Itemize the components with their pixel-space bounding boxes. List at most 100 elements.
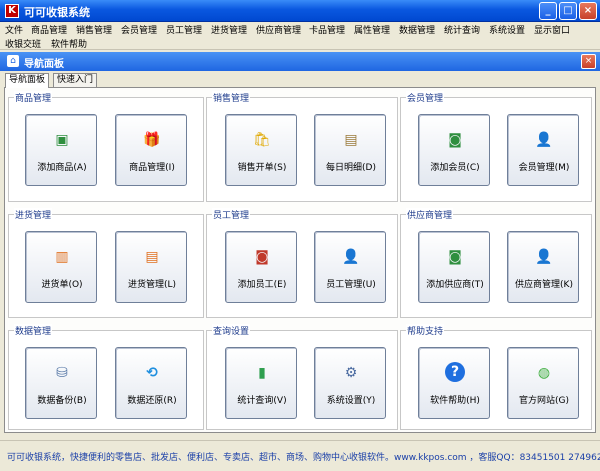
supplier-manage-button[interactable]: 👤 供应商管理(K) (507, 231, 579, 303)
panel-header: ⌂ 导航面板 × (0, 52, 600, 71)
title-bar: K 可可收银系统 _ □ × (0, 0, 600, 22)
official-website-button[interactable]: ◍ 官方网站(G) (507, 347, 579, 419)
tile-label: 添加供应商(T) (426, 280, 484, 290)
menu-purchase[interactable]: 进货管理 (211, 23, 247, 36)
group-title: 商品管理 (14, 91, 53, 104)
tile-label: 系统设置(Y) (326, 396, 376, 406)
tile-label: 会员管理(M) (518, 163, 570, 173)
tile-label: 供应商管理(K) (515, 280, 573, 290)
sales-order-button[interactable]: 🛍 销售开单(S) (225, 114, 297, 186)
globe-icon: ◍ (537, 365, 551, 381)
group-title: 查询设置 (212, 324, 251, 337)
tile-label: 进货管理(L) (127, 280, 177, 290)
add-member-button[interactable]: ◙ 添加会员(C) (418, 114, 490, 186)
group-query: 查询设置 ▮ 统计查询(V) ⚙ 系统设置(Y) (206, 324, 398, 430)
menu-product[interactable]: 商品管理 (31, 23, 67, 36)
add-member-icon: ◙ (448, 132, 462, 148)
add-employee-icon: ◙ (255, 249, 269, 265)
shopping-bag-icon: 🛍 (253, 132, 271, 148)
tab-quick-start[interactable]: 快速入门 (53, 73, 98, 87)
add-supplier-button[interactable]: ◙ 添加供应商(T) (418, 231, 490, 303)
menu-bar: 文件 商品管理 销售管理 会员管理 员工管理 进货管理 供应商管理 卡品管理 属… (0, 22, 600, 36)
tile-label: 统计查询(V) (237, 396, 287, 406)
menu-file[interactable]: 文件 (5, 23, 23, 36)
menu-shift[interactable]: 收银交班 (5, 37, 41, 50)
tile-label: 添加商品(A) (37, 163, 87, 173)
menu-window[interactable]: 显示窗口 (534, 23, 570, 36)
menu-statistics[interactable]: 统计查询 (444, 23, 480, 36)
purchase-list-icon: ▤ (145, 249, 159, 265)
menu-member[interactable]: 会员管理 (121, 23, 157, 36)
window-title: 可可收银系统 (24, 6, 90, 19)
restore-icon: ⟲ (146, 365, 158, 381)
home-icon: ⌂ (7, 55, 19, 67)
group-employee: 员工管理 ◙ 添加员工(E) 👤 员工管理(U) (206, 208, 398, 318)
purchase-order-button[interactable]: ▥ 进货单(O) (25, 231, 97, 303)
data-restore-button[interactable]: ⟲ 数据还原(R) (115, 347, 187, 419)
tab-nav-panel[interactable]: 导航面板 (5, 73, 50, 88)
tile-label: 每日明细(D) (326, 163, 376, 173)
status-bar: 可可收银系统，快捷便利的零售店、批发店、便利店、专卖店、超市、商场、购物中心收银… (0, 440, 600, 471)
tile-label: 商品管理(I) (129, 163, 175, 173)
menu-data[interactable]: 数据管理 (399, 23, 435, 36)
daily-detail-button[interactable]: ▤ 每日明细(D) (314, 114, 386, 186)
group-help: 帮助支持 ? 软件帮助(H) ◍ 官方网站(G) (400, 324, 592, 430)
settings-icon: ⚙ (344, 365, 358, 381)
backup-icon: ⛁ (56, 365, 68, 381)
tile-label: 员工管理(U) (326, 280, 376, 290)
tile-label: 销售开单(S) (237, 163, 287, 173)
group-supplier: 供应商管理 ◙ 添加供应商(T) 👤 供应商管理(K) (400, 208, 592, 318)
close-button[interactable]: × (579, 2, 597, 20)
group-title: 数据管理 (14, 324, 53, 337)
minimize-button[interactable]: _ (539, 2, 557, 20)
tile-label: 添加会员(C) (430, 163, 480, 173)
product-manage-button[interactable]: 🎁 商品管理(I) (115, 114, 187, 186)
group-title: 供应商管理 (406, 208, 454, 221)
group-purchase: 进货管理 ▥ 进货单(O) ▤ 进货管理(L) (8, 208, 204, 318)
panel-close-button[interactable]: × (581, 54, 596, 69)
group-data: 数据管理 ⛁ 数据备份(B) ⟲ 数据还原(R) (8, 324, 204, 430)
group-member: 会员管理 ◙ 添加会员(C) 👤 会员管理(M) (400, 91, 592, 202)
data-backup-button[interactable]: ⛁ 数据备份(B) (25, 347, 97, 419)
member-icon: 👤 (535, 132, 553, 148)
menu-card[interactable]: 卡品管理 (309, 23, 345, 36)
maximize-button[interactable]: □ (559, 2, 577, 20)
menu-attribute[interactable]: 属性管理 (354, 23, 390, 36)
group-title: 销售管理 (212, 91, 251, 104)
tile-label: 官方网站(G) (519, 396, 569, 406)
help-icon: ? (445, 362, 465, 382)
add-employee-button[interactable]: ◙ 添加员工(E) (225, 231, 297, 303)
panel-title: 导航面板 (24, 59, 64, 70)
group-title: 帮助支持 (406, 324, 445, 337)
group-title: 员工管理 (212, 208, 251, 221)
menu-employee[interactable]: 员工管理 (166, 23, 202, 36)
bar-chart-icon: ▮ (258, 365, 266, 381)
menu-help[interactable]: 软件帮助 (51, 37, 87, 50)
tile-label: 数据备份(B) (37, 396, 87, 406)
purchase-order-icon: ▥ (55, 249, 69, 265)
employee-icon: 👤 (342, 249, 360, 265)
software-help-button[interactable]: ? 软件帮助(H) (418, 347, 490, 419)
menu-supplier[interactable]: 供应商管理 (256, 23, 301, 36)
employee-manage-button[interactable]: 👤 员工管理(U) (314, 231, 386, 303)
app-icon: K (5, 4, 19, 18)
status-text: 可可收银系统，快捷便利的零售店、批发店、便利店、专卖店、超市、商场、购物中心收银… (7, 453, 600, 463)
group-sales: 销售管理 🛍 销售开单(S) ▤ 每日明细(D) (206, 91, 398, 202)
system-settings-button[interactable]: ⚙ 系统设置(Y) (314, 347, 386, 419)
menu-settings[interactable]: 系统设置 (489, 23, 525, 36)
add-supplier-icon: ◙ (448, 249, 462, 265)
tile-label: 数据还原(R) (127, 396, 177, 406)
add-product-icon: ▣ (55, 132, 69, 148)
statistics-button[interactable]: ▮ 统计查询(V) (225, 347, 297, 419)
receipt-icon: ▤ (344, 132, 358, 148)
add-product-button[interactable]: ▣ 添加商品(A) (25, 114, 97, 186)
tile-label: 软件帮助(H) (430, 396, 480, 406)
member-manage-button[interactable]: 👤 会员管理(M) (507, 114, 579, 186)
menu-bar-row2: 收银交班 软件帮助 (0, 36, 600, 50)
purchase-manage-button[interactable]: ▤ 进货管理(L) (115, 231, 187, 303)
group-product: 商品管理 ▣ 添加商品(A) 🎁 商品管理(I) (8, 91, 204, 202)
supplier-icon: 👤 (535, 249, 553, 265)
tile-label: 添加员工(E) (237, 280, 287, 290)
menu-sales[interactable]: 销售管理 (76, 23, 112, 36)
tile-label: 进货单(O) (41, 280, 83, 290)
